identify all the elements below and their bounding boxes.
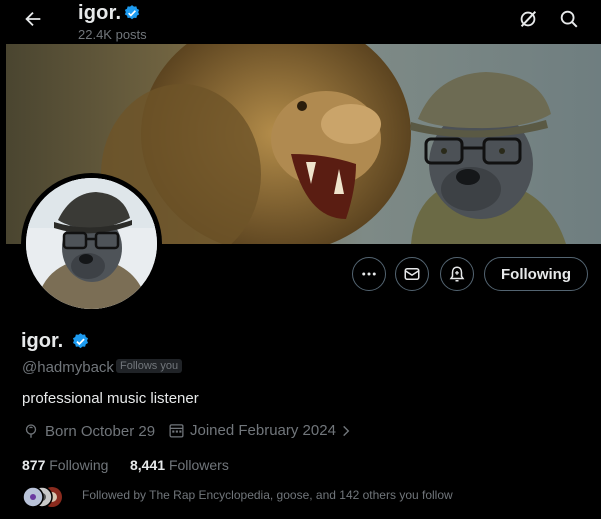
birth-date-text: Born October 29 <box>45 422 156 440</box>
birth-date: Born October 29 <box>22 422 155 440</box>
birthday-icon <box>25 424 37 438</box>
followers-count: 8,441 <box>130 457 166 473</box>
profile-handle: @hadmyback <box>22 359 114 376</box>
back-button[interactable] <box>22 8 44 30</box>
followers-stat[interactable]: 8,441 Followers <box>130 457 229 473</box>
avatar[interactable] <box>21 173 162 314</box>
header-post-count: 22.4K posts <box>78 27 147 42</box>
search-icon <box>560 10 578 28</box>
verified-badge-icon[interactable] <box>71 332 90 351</box>
follows-you-badge: Follows you <box>116 359 183 373</box>
grok-button[interactable] <box>517 8 539 30</box>
followed-by-avatars[interactable] <box>22 485 76 509</box>
message-button[interactable] <box>395 257 429 291</box>
profile-display-name: igor. <box>21 330 64 352</box>
grok-icon <box>520 10 537 28</box>
notifications-button[interactable] <box>440 257 474 291</box>
following-label: Following <box>49 457 109 473</box>
chevron-right-icon <box>343 425 350 436</box>
header-display-name: igor. <box>78 2 122 24</box>
following-count: 877 <box>22 457 46 473</box>
more-button[interactable] <box>352 257 386 291</box>
join-date-text: Joined February 2024 <box>190 422 336 439</box>
following-button[interactable]: Following <box>484 257 588 291</box>
mail-icon <box>404 268 420 280</box>
profile-bio: professional music listener <box>22 390 199 407</box>
more-icon <box>362 272 376 276</box>
join-date[interactable]: Joined February 2024 <box>168 422 353 439</box>
notification-bell-icon <box>449 266 465 282</box>
followers-label: Followers <box>168 457 229 473</box>
back-arrow-icon <box>25 11 41 27</box>
calendar-icon <box>169 424 184 438</box>
following-stat[interactable]: 877 Following <box>22 457 108 473</box>
verified-badge-icon <box>123 4 141 22</box>
followed-by-text[interactable]: Followed by The Rap Encyclopedia, goose,… <box>82 488 453 502</box>
search-button[interactable] <box>558 8 580 30</box>
